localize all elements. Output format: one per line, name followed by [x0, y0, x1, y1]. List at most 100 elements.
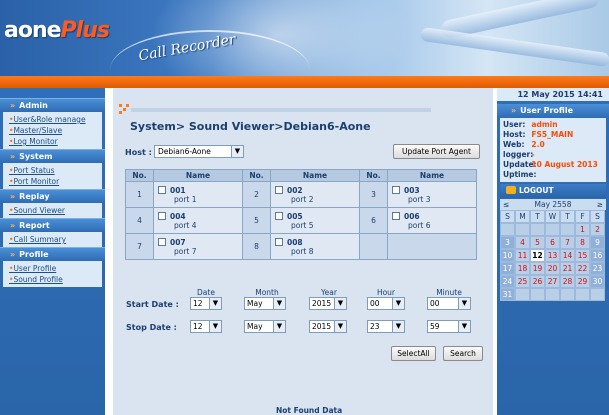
chevron-down-icon[interactable]: ▼: [273, 321, 285, 332]
calendar-day[interactable]: 27: [545, 275, 560, 288]
sidebar-link-port-status[interactable]: •Port Status: [9, 165, 102, 176]
sidebar-link-user-profile[interactable]: •User Profile: [9, 263, 102, 274]
calendar-day[interactable]: 18: [515, 262, 530, 275]
port-cell: 002 port 2: [270, 181, 360, 208]
chevron-down-icon[interactable]: ▼: [209, 321, 221, 332]
user-profile-panel: User: admin Host: FS5_MAIN Web: 2.0 logg…: [500, 118, 606, 182]
section-header-replay: » Replay: [0, 189, 105, 203]
port-label: port 7: [174, 246, 197, 256]
calendar-day[interactable]: 7: [560, 236, 575, 249]
start-month-select[interactable]: May ▼: [244, 297, 286, 310]
calendar-day[interactable]: 8: [575, 236, 590, 249]
chevron-down-icon[interactable]: ▼: [458, 321, 470, 332]
banner-cable-graphic: [419, 26, 609, 68]
calendar-day[interactable]: 4: [515, 236, 530, 249]
calendar-empty-cell: [500, 223, 515, 236]
stop-month-select[interactable]: May ▼: [244, 320, 286, 333]
update-port-agent-button[interactable]: Update Port Agent: [393, 144, 480, 159]
calendar-day[interactable]: 1: [575, 223, 590, 236]
sidebar-link-master-slave[interactable]: •Master/Slave: [9, 125, 102, 136]
port-label: port 3: [408, 194, 431, 204]
start-year-select[interactable]: 2015 ▼: [309, 297, 347, 310]
start-date-select[interactable]: 12 ▼: [190, 297, 222, 310]
calendar-day[interactable]: 5: [530, 236, 545, 249]
stop-year-select[interactable]: 2015 ▼: [309, 320, 347, 333]
port-number: 7: [125, 233, 154, 260]
calendar-day[interactable]: 24: [500, 275, 515, 288]
chevron-down-icon[interactable]: ▼: [273, 298, 285, 309]
port-label: port 4: [174, 220, 197, 230]
start-minute-select[interactable]: 00 ▼: [427, 297, 471, 310]
stop-date-select[interactable]: 12 ▼: [190, 320, 222, 333]
calendar-day[interactable]: 2: [590, 223, 605, 236]
stop-minute-select[interactable]: 59 ▼: [427, 320, 471, 333]
calendar-day[interactable]: 31: [500, 288, 515, 301]
calendar-day[interactable]: 23: [590, 262, 605, 275]
port-label: port 2: [291, 194, 314, 204]
section-header-system: » System: [0, 149, 105, 163]
calendar-day[interactable]: 22: [575, 262, 590, 275]
chevron-down-icon[interactable]: ▼: [458, 298, 470, 309]
sidebar-link-user-role-manage[interactable]: •User&Role manage: [9, 114, 102, 125]
calendar-day[interactable]: 19: [530, 262, 545, 275]
host-label: Host :: [125, 148, 152, 157]
host-select[interactable]: Debian6-Aone ▼: [154, 145, 244, 158]
sidebar-link-sound-viewer[interactable]: •Sound Viewer: [9, 205, 102, 216]
arrow-icon: »: [511, 106, 517, 115]
port-checkbox[interactable]: [158, 211, 166, 220]
port-checkbox[interactable]: [158, 237, 166, 246]
port-checkbox[interactable]: [158, 185, 166, 194]
calendar-day[interactable]: 28: [560, 275, 575, 288]
port-cell: 006 port 6: [387, 207, 477, 234]
chevron-down-icon[interactable]: ▼: [392, 298, 404, 309]
calendar-day[interactable]: 29: [575, 275, 590, 288]
chevron-down-icon[interactable]: ▼: [231, 146, 243, 157]
hour-header: Hour: [376, 288, 396, 297]
sidebar-link-call-summary[interactable]: •Call Summary: [9, 234, 102, 245]
port-code: 001: [170, 185, 186, 195]
calendar-day[interactable]: 21: [560, 262, 575, 275]
port-checkbox[interactable]: [275, 211, 283, 220]
port-checkbox[interactable]: [275, 185, 283, 194]
logout-button[interactable]: LOGOUT: [500, 184, 606, 198]
port-checkbox[interactable]: [392, 185, 400, 194]
calendar-day-header: S: [590, 210, 605, 223]
port-checkbox[interactable]: [275, 237, 283, 246]
start-hour-select[interactable]: 00 ▼: [367, 297, 405, 310]
calendar-day[interactable]: 14: [560, 249, 575, 262]
select-all-button[interactable]: SelectAll: [391, 346, 436, 361]
calendar-day[interactable]: 17: [500, 262, 515, 275]
calendar-day[interactable]: 25: [515, 275, 530, 288]
calendar-day[interactable]: 30: [590, 275, 605, 288]
calendar-day[interactable]: 6: [545, 236, 560, 249]
port-number: 3: [359, 181, 388, 208]
calendar-day[interactable]: 12: [530, 249, 545, 262]
port-label: port 5: [291, 220, 314, 230]
calendar-day[interactable]: 26: [530, 275, 545, 288]
sidebar-link-log-monitor[interactable]: •Log Monitor: [9, 136, 102, 147]
arrow-icon: »: [10, 101, 16, 110]
chevron-down-icon[interactable]: ▼: [334, 298, 346, 309]
title-decoration-icon: [119, 104, 129, 114]
calendar-day[interactable]: 3: [500, 236, 515, 249]
calendar-day[interactable]: 10: [500, 249, 515, 262]
search-button[interactable]: Search: [443, 346, 483, 361]
chevron-down-icon[interactable]: ▼: [209, 298, 221, 309]
stop-hour-select[interactable]: 23 ▼: [367, 320, 405, 333]
calendar-day[interactable]: 16: [590, 249, 605, 262]
sidebar-link-port-monitor[interactable]: •Port Monitor: [9, 176, 102, 187]
calendar-day[interactable]: 9: [590, 236, 605, 249]
calendar-empty-cell: [530, 288, 545, 301]
calendar-prev-button[interactable]: ≤: [503, 200, 509, 209]
port-checkbox[interactable]: [392, 211, 400, 220]
sidebar-link-sound-profile[interactable]: •Sound Profile: [9, 274, 102, 285]
chevron-down-icon[interactable]: ▼: [334, 321, 346, 332]
chevron-down-icon[interactable]: ▼: [392, 321, 404, 332]
calendar-day[interactable]: 13: [545, 249, 560, 262]
calendar-day[interactable]: 15: [575, 249, 590, 262]
port-cell: 004 port 4: [153, 207, 243, 234]
calendar-day[interactable]: 20: [545, 262, 560, 275]
calendar-next-button[interactable]: ≥: [597, 200, 603, 209]
user-profile-header: » User Profile: [497, 104, 609, 118]
calendar-day[interactable]: 11: [515, 249, 530, 262]
